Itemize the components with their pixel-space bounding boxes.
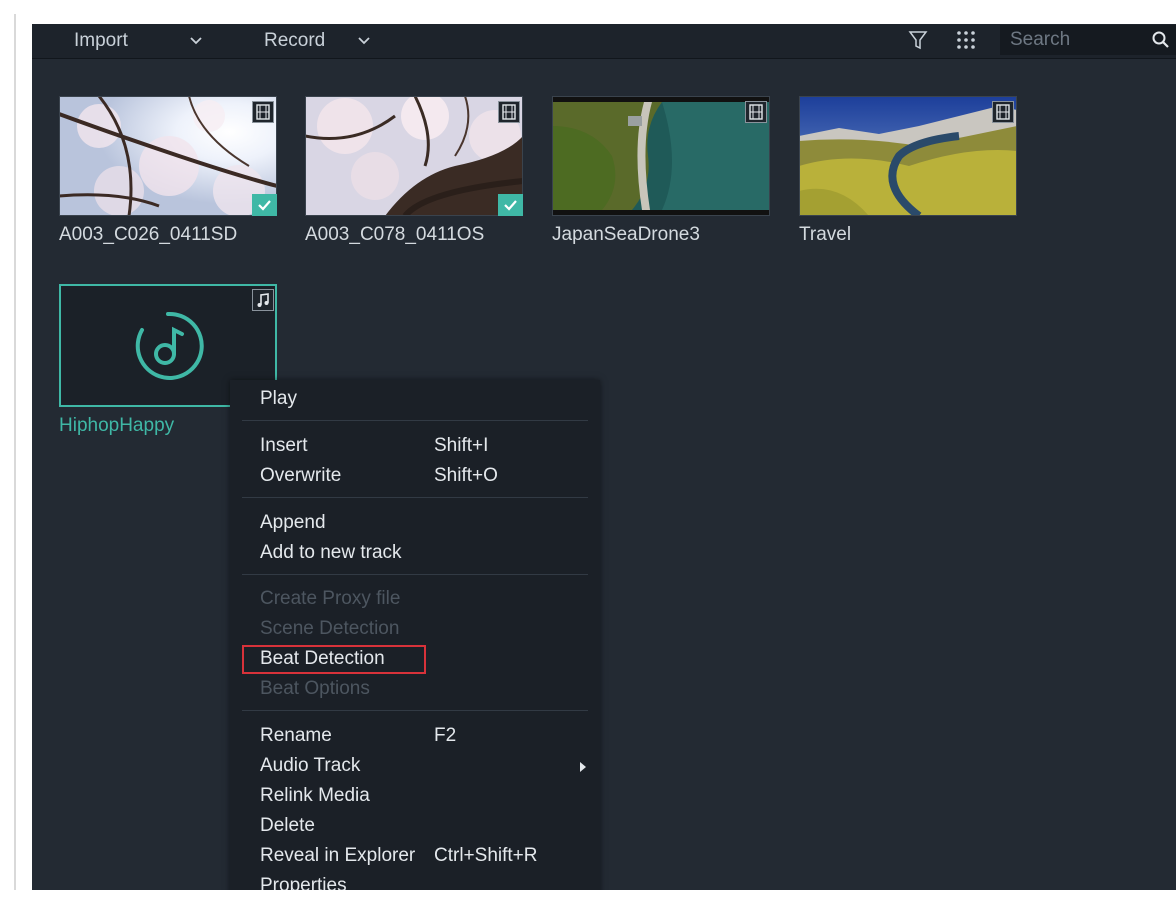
toolbar: Import Record <box>32 24 1176 59</box>
chevron-down-icon[interactable] <box>354 30 374 50</box>
menu-shortcut-insert: Shift+I <box>434 435 489 456</box>
menu-item-play[interactable]: Play <box>260 385 297 413</box>
media-name: A003_C026_0411SD <box>59 224 238 245</box>
screenshot-frame-edge <box>14 14 16 890</box>
menu-item-properties[interactable]: Properties <box>260 872 347 890</box>
menu-divider <box>242 574 588 575</box>
media-library-panel: Import Record Search A003_C026_0411SD A0… <box>32 24 1176 890</box>
film-icon <box>498 101 520 123</box>
menu-shortcut-overwrite: Shift+O <box>434 465 498 486</box>
menu-divider <box>242 497 588 498</box>
music-note-icon <box>252 289 274 311</box>
media-thumbnail[interactable] <box>799 96 1017 216</box>
media-thumbnail[interactable] <box>305 96 523 216</box>
media-name: HiphopHappy <box>59 415 175 436</box>
menu-item-append[interactable]: Append <box>260 509 326 537</box>
filter-icon[interactable] <box>906 28 930 52</box>
media-item[interactable]: Travel <box>799 96 1017 252</box>
film-icon <box>252 101 274 123</box>
music-disc-icon <box>132 310 204 382</box>
media-name: A003_C078_0411OS <box>305 224 485 245</box>
media-thumbnail[interactable] <box>552 96 770 216</box>
menu-item-delete[interactable]: Delete <box>260 812 315 840</box>
menu-item-add-to-new-track[interactable]: Add to new track <box>260 539 402 567</box>
thumbnail-border <box>552 96 770 216</box>
search-icon[interactable] <box>1151 30 1171 50</box>
menu-item-audio-track[interactable]: Audio Track <box>260 752 360 780</box>
chevron-down-icon[interactable] <box>186 30 206 50</box>
search-box <box>1000 25 1176 55</box>
media-item[interactable]: A003_C026_0411SD <box>59 96 277 252</box>
media-thumbnail[interactable] <box>59 96 277 216</box>
thumbnail-border <box>59 96 277 216</box>
thumbnail-border <box>305 96 523 216</box>
annotation-highlight-box <box>242 645 426 674</box>
film-icon <box>992 101 1014 123</box>
menu-divider <box>242 420 588 421</box>
grid-icon[interactable] <box>954 28 978 52</box>
menu-item-reveal-in-explorer[interactable]: Reveal in Explorer <box>260 842 415 870</box>
menu-shortcut-rename: F2 <box>434 725 457 746</box>
record-button[interactable]: Record <box>264 27 325 55</box>
menu-item-insert[interactable]: Insert <box>260 432 308 460</box>
search-input[interactable] <box>1010 27 1145 53</box>
import-button[interactable]: Import <box>74 27 128 55</box>
thumbnail-border <box>799 96 1017 216</box>
menu-item-overwrite[interactable]: Overwrite <box>260 462 341 490</box>
media-item[interactable]: A003_C078_0411OS <box>305 96 523 252</box>
menu-shortcut-reveal: Ctrl+Shift+R <box>434 845 538 866</box>
checkmark-icon <box>498 194 523 216</box>
menu-item-scene-detection: Scene Detection <box>260 618 400 639</box>
context-menu: Play Insert Shift+I Overwrite Shift+O Ap… <box>230 380 600 890</box>
checkmark-icon <box>252 194 277 216</box>
media-name: Travel <box>799 224 852 245</box>
submenu-arrow-icon <box>578 760 588 772</box>
menu-item-create-proxy-file: Create Proxy file <box>260 588 401 609</box>
menu-item-beat-options: Beat Options <box>260 678 370 699</box>
media-item[interactable]: JapanSeaDrone3 <box>552 96 770 252</box>
menu-divider <box>242 710 588 711</box>
menu-item-rename[interactable]: Rename <box>260 722 332 750</box>
menu-item-relink-media[interactable]: Relink Media <box>260 782 370 810</box>
film-icon <box>745 101 767 123</box>
media-name: JapanSeaDrone3 <box>552 224 700 245</box>
